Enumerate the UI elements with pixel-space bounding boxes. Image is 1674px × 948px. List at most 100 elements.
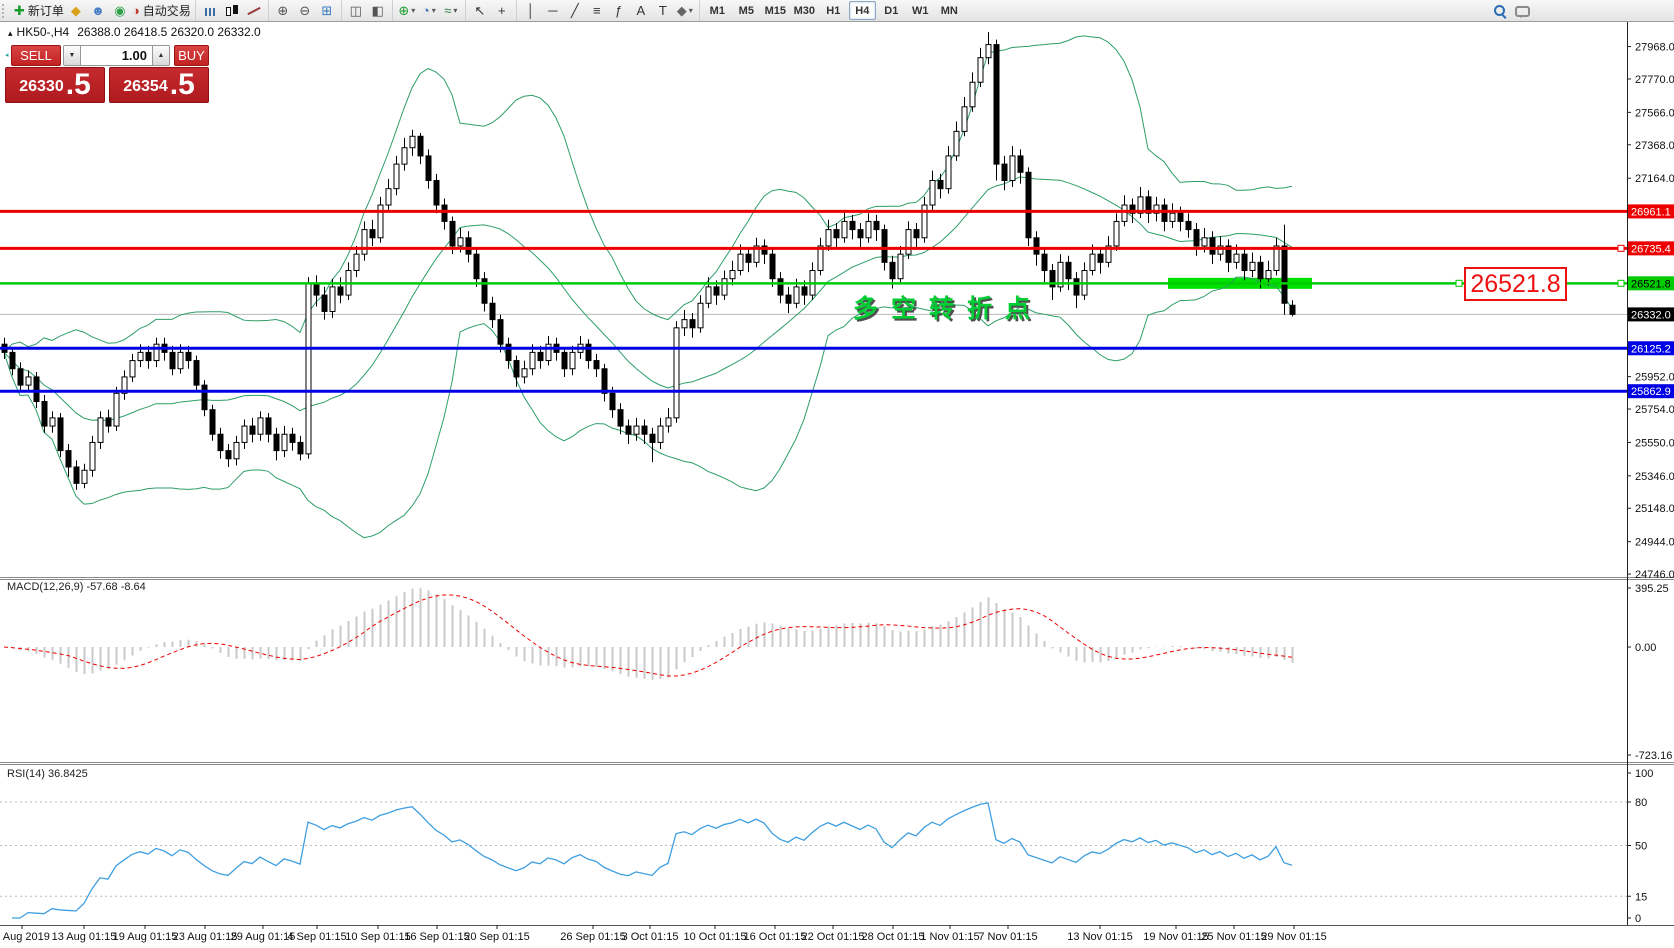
periodicity-button-dropdown-icon[interactable]: ▾ <box>432 2 436 20</box>
text-button[interactable]: A <box>631 2 651 20</box>
indicators-button-dropdown-icon[interactable]: ▾ <box>453 2 457 20</box>
svg-text:7 Aug 2019: 7 Aug 2019 <box>0 931 50 943</box>
autotrade-icon: ◑ <box>131 2 140 18</box>
history-center-button[interactable]: ◆ <box>66 2 86 20</box>
sell-price-main: 26330 <box>19 78 64 95</box>
hline-handle[interactable] <box>1617 279 1625 287</box>
vline-button[interactable]: │ <box>521 2 541 20</box>
cursor-button[interactable]: ↖ <box>470 2 490 20</box>
timeframe-h4[interactable]: H4 <box>848 1 876 20</box>
price-chart[interactable]: 27968.0 27770.0 27566.0 27368.0 27164.0 25952… <box>0 0 1674 948</box>
buy-price-frac: .5 <box>169 68 195 101</box>
zoom-out-icon: ⊖ <box>299 2 311 18</box>
arrows-button-dropdown-icon[interactable]: ▾ <box>689 2 693 20</box>
new-chart-button-dropdown-icon[interactable]: ▾ <box>411 2 415 20</box>
autotrade-button-label: 自动交易 <box>142 3 191 18</box>
timeframe-h1[interactable]: H1 <box>820 1 847 20</box>
svg-text:26961.1: 26961.1 <box>1631 206 1671 218</box>
chart-shift-button[interactable]: ◧ <box>368 2 388 20</box>
timeframe-w1[interactable]: W1 <box>907 1 934 20</box>
line-chart-button[interactable] <box>244 2 264 20</box>
level-lines-layer[interactable] <box>0 209 1627 393</box>
arrows-icon: ◆ <box>676 2 687 18</box>
timeframe-m5[interactable]: M5 <box>733 1 760 20</box>
toolbar-group: │ ─ ╱ ≡ ƒ A T ◆ ▾ <box>517 0 700 21</box>
svg-text:19 Nov 01:15: 19 Nov 01:15 <box>1143 931 1208 943</box>
bar-chart-button[interactable] <box>200 2 220 20</box>
hline-handle[interactable] <box>1617 244 1625 252</box>
svg-text:27770.0: 27770.0 <box>1635 74 1674 86</box>
toolbar-group: ◫ ◧ <box>342 0 393 21</box>
periodicity-button[interactable]: ◔ ▾ <box>419 2 439 20</box>
new-order-button-label: 新订单 <box>27 3 64 18</box>
volume-decrease-button[interactable]: ▼ <box>63 45 81 66</box>
hline-handle[interactable] <box>1455 279 1463 287</box>
rsi-pane[interactable] <box>0 801 1627 919</box>
macd-signal-line <box>3 594 1293 677</box>
main-plot[interactable] <box>0 32 1627 539</box>
volume-input[interactable] <box>81 45 152 66</box>
timeframe-m15[interactable]: M15 <box>762 1 789 20</box>
svg-text:24746.0: 24746.0 <box>1635 569 1674 581</box>
toolbar-group: ⊕ ⊖ ⊞ <box>269 0 342 21</box>
svg-text:27164.0: 27164.0 <box>1635 173 1674 185</box>
signals-button[interactable]: ◉ <box>110 2 130 20</box>
svg-text:7 Nov 01:15: 7 Nov 01:15 <box>978 931 1037 943</box>
timeframe-d1[interactable]: D1 <box>878 1 905 20</box>
svg-text:0.00: 0.00 <box>1635 642 1656 654</box>
candle-chart-icon <box>225 4 239 18</box>
candle-chart-button[interactable] <box>222 2 242 20</box>
price-axis[interactable]: 27968.0 27770.0 27566.0 27368.0 27164.0 25952… <box>1627 42 1674 925</box>
fibonacci-button[interactable]: ƒ <box>609 2 629 20</box>
channel-icon: ≡ <box>593 2 601 18</box>
time-axis[interactable]: 7 Aug 201913 Aug 01:1519 Aug 01:1523 Aug… <box>0 925 1327 943</box>
timeframe-m1[interactable]: M1 <box>704 1 731 20</box>
svg-text:27566.0: 27566.0 <box>1635 107 1674 119</box>
new-order-button[interactable]: ✚ 新订单 <box>14 2 64 20</box>
svg-text:29 Aug 01:15: 29 Aug 01:15 <box>231 931 296 943</box>
volume-increase-button[interactable]: ▲ <box>152 45 170 66</box>
svg-text:10 Sep 01:15: 10 Sep 01:15 <box>345 931 410 943</box>
signal-icon: ◉ <box>114 2 126 18</box>
profile-button[interactable]: ☻ <box>88 2 108 20</box>
svg-text:27968.0: 27968.0 <box>1635 42 1674 54</box>
svg-text:25 Nov 01:15: 25 Nov 01:15 <box>1201 931 1266 943</box>
macd-pane[interactable] <box>3 588 1294 680</box>
svg-text:27368.0: 27368.0 <box>1635 140 1674 152</box>
chat-button[interactable] <box>1512 2 1532 20</box>
sell-button[interactable]: SELL <box>11 45 61 66</box>
equidistant-channel-button[interactable]: ≡ <box>587 2 607 20</box>
svg-text:26735.4: 26735.4 <box>1631 243 1671 255</box>
svg-text:25952.0: 25952.0 <box>1635 372 1674 384</box>
hline-button[interactable]: ─ <box>543 2 563 20</box>
timeframe-mn[interactable]: MN <box>936 1 963 20</box>
svg-text:13 Nov 01:15: 13 Nov 01:15 <box>1067 931 1132 943</box>
svg-text:25346.0: 25346.0 <box>1635 471 1674 483</box>
clock-icon: ◔ <box>421 2 430 18</box>
svg-text:10 Oct 01:15: 10 Oct 01:15 <box>684 931 747 943</box>
text-icon: A <box>636 2 646 18</box>
auto-scroll-button[interactable]: ◫ <box>346 2 366 20</box>
text-label-button[interactable]: T <box>653 2 673 20</box>
zoom-in-button[interactable]: ⊕ <box>273 2 293 20</box>
svg-text:100: 100 <box>1635 768 1653 780</box>
buy-price-main: 26354 <box>123 78 168 95</box>
trendline-button[interactable]: ╱ <box>565 2 585 20</box>
indicators-button[interactable]: ≈ ▾ <box>441 2 461 20</box>
zoom-out-button[interactable]: ⊖ <box>295 2 315 20</box>
buy-button[interactable]: BUY <box>174 45 209 66</box>
search-icon <box>1493 4 1507 18</box>
autotrade-button[interactable]: ◑ 自动交易 <box>132 2 191 20</box>
sell-price-display[interactable]: 26330 .5 <box>5 67 105 103</box>
search-button[interactable] <box>1490 2 1510 20</box>
svg-text:20 Sep 01:15: 20 Sep 01:15 <box>464 931 529 943</box>
mt4-terminal-window: ✚ 新订单 ◆ ☻ ◉ ◑ 自动交易 ⊕ ⊖ ⊞ ◫ ◧ ⊕ ▾ ◔ ▾ ≈ ▾ ↖ + │ ─ ╱ ≡ ƒ A T ◆ ▾ M1 M5 M1… <box>0 0 1674 948</box>
crosshair-button[interactable]: + <box>492 2 512 20</box>
new-chart-button[interactable]: ⊕ ▾ <box>397 2 417 20</box>
tile-windows-button[interactable]: ⊞ <box>317 2 337 20</box>
svg-text:-723.16: -723.16 <box>1635 750 1672 762</box>
rsi-line <box>12 802 1293 919</box>
buy-price-display[interactable]: 26354 .5 <box>109 67 209 103</box>
arrows-button[interactable]: ◆ ▾ <box>675 2 695 20</box>
timeframe-m30[interactable]: M30 <box>791 1 818 20</box>
